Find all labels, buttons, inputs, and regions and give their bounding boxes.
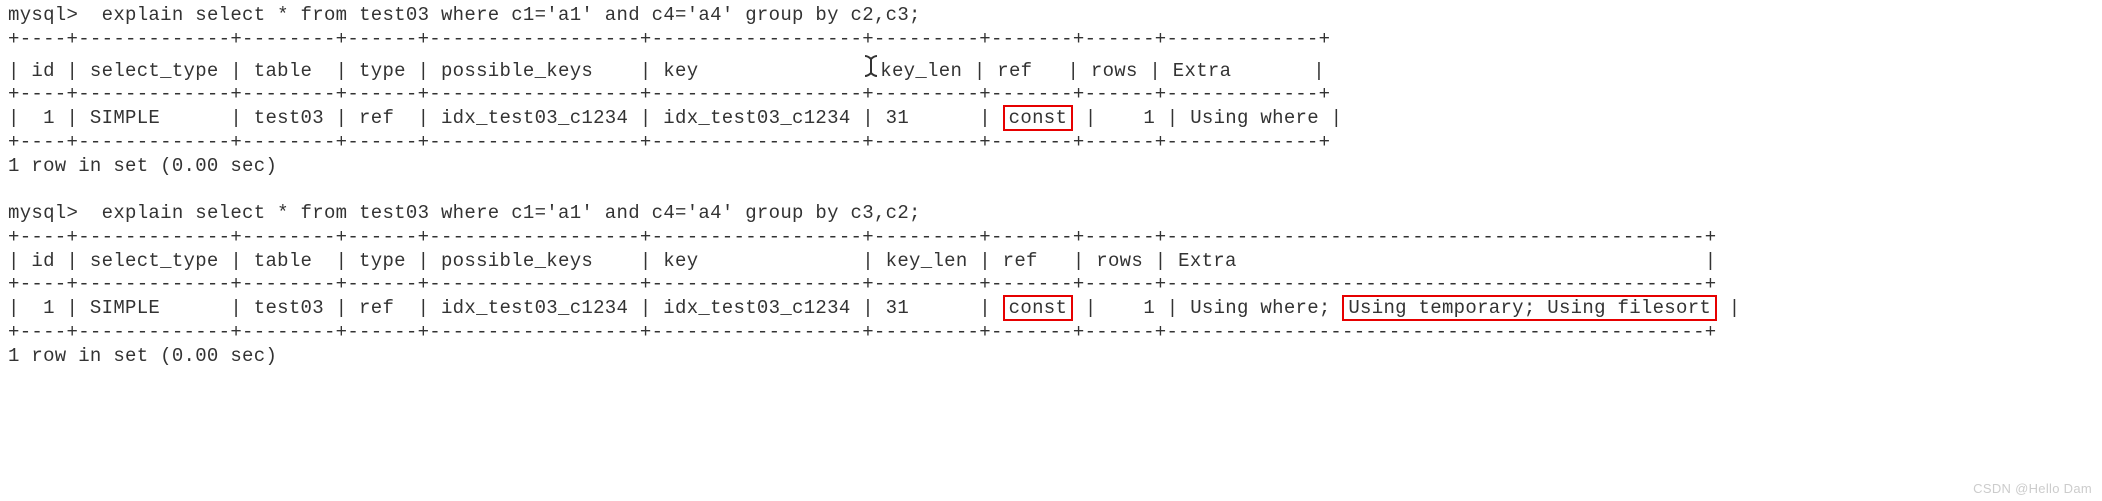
q2-border-top: +----+-------------+--------+------+----… xyxy=(8,226,2094,250)
q2-row-post2: | xyxy=(1717,297,1740,319)
q2-border-mid: +----+-------------+--------+------+----… xyxy=(8,273,2094,297)
q1-row-post: | 1 | Using where | xyxy=(1073,107,1342,129)
q1-border-mid: +----+-------------+--------+------+----… xyxy=(8,83,2094,107)
q2-prompt-line: mysql> explain select * from test03 wher… xyxy=(8,202,2094,226)
q1-ref-value: const xyxy=(1003,105,1074,131)
q2-extra-highlight: Using temporary; Using filesort xyxy=(1342,295,1717,321)
q2-ref-value: const xyxy=(1003,295,1074,321)
q2-footer: 1 row in set (0.00 sec) xyxy=(8,345,2094,369)
mysql-prompt: mysql> xyxy=(8,4,102,26)
watermark: CSDN @Hello Dam xyxy=(1973,481,2092,497)
q1-border-top: +----+-------------+--------+------+----… xyxy=(8,28,2094,52)
q1-data-row: | 1 | SIMPLE | test03 | ref | idx_test03… xyxy=(8,107,2094,131)
mysql-prompt: mysql> xyxy=(8,202,102,224)
q2-data-row: | 1 | SIMPLE | test03 | ref | idx_test03… xyxy=(8,297,2094,321)
q2-row-pre: | 1 | SIMPLE | test03 | ref | idx_test03… xyxy=(8,297,1003,319)
q1-footer: 1 row in set (0.00 sec) xyxy=(8,155,2094,179)
q2-row-post1: | 1 | Using where; xyxy=(1073,297,1342,319)
q2-sql: explain select * from test03 where c1='a… xyxy=(102,202,921,224)
q2-header: | id | select_type | table | type | poss… xyxy=(8,250,2094,274)
q1-sql: explain select * from test03 where c1='a… xyxy=(102,4,921,26)
q1-border-bottom: +----+-------------+--------+------+----… xyxy=(8,131,2094,155)
blank-line xyxy=(8,178,2094,202)
text-cursor-icon xyxy=(862,54,880,86)
q1-header-with-cursor: | id | select_type | table | type | poss… xyxy=(8,52,2094,84)
q2-border-bottom: +----+-------------+--------+------+----… xyxy=(8,321,2094,345)
q1-prompt-line: mysql> explain select * from test03 wher… xyxy=(8,4,2094,28)
q1-row-pre: | 1 | SIMPLE | test03 | ref | idx_test03… xyxy=(8,107,1003,129)
